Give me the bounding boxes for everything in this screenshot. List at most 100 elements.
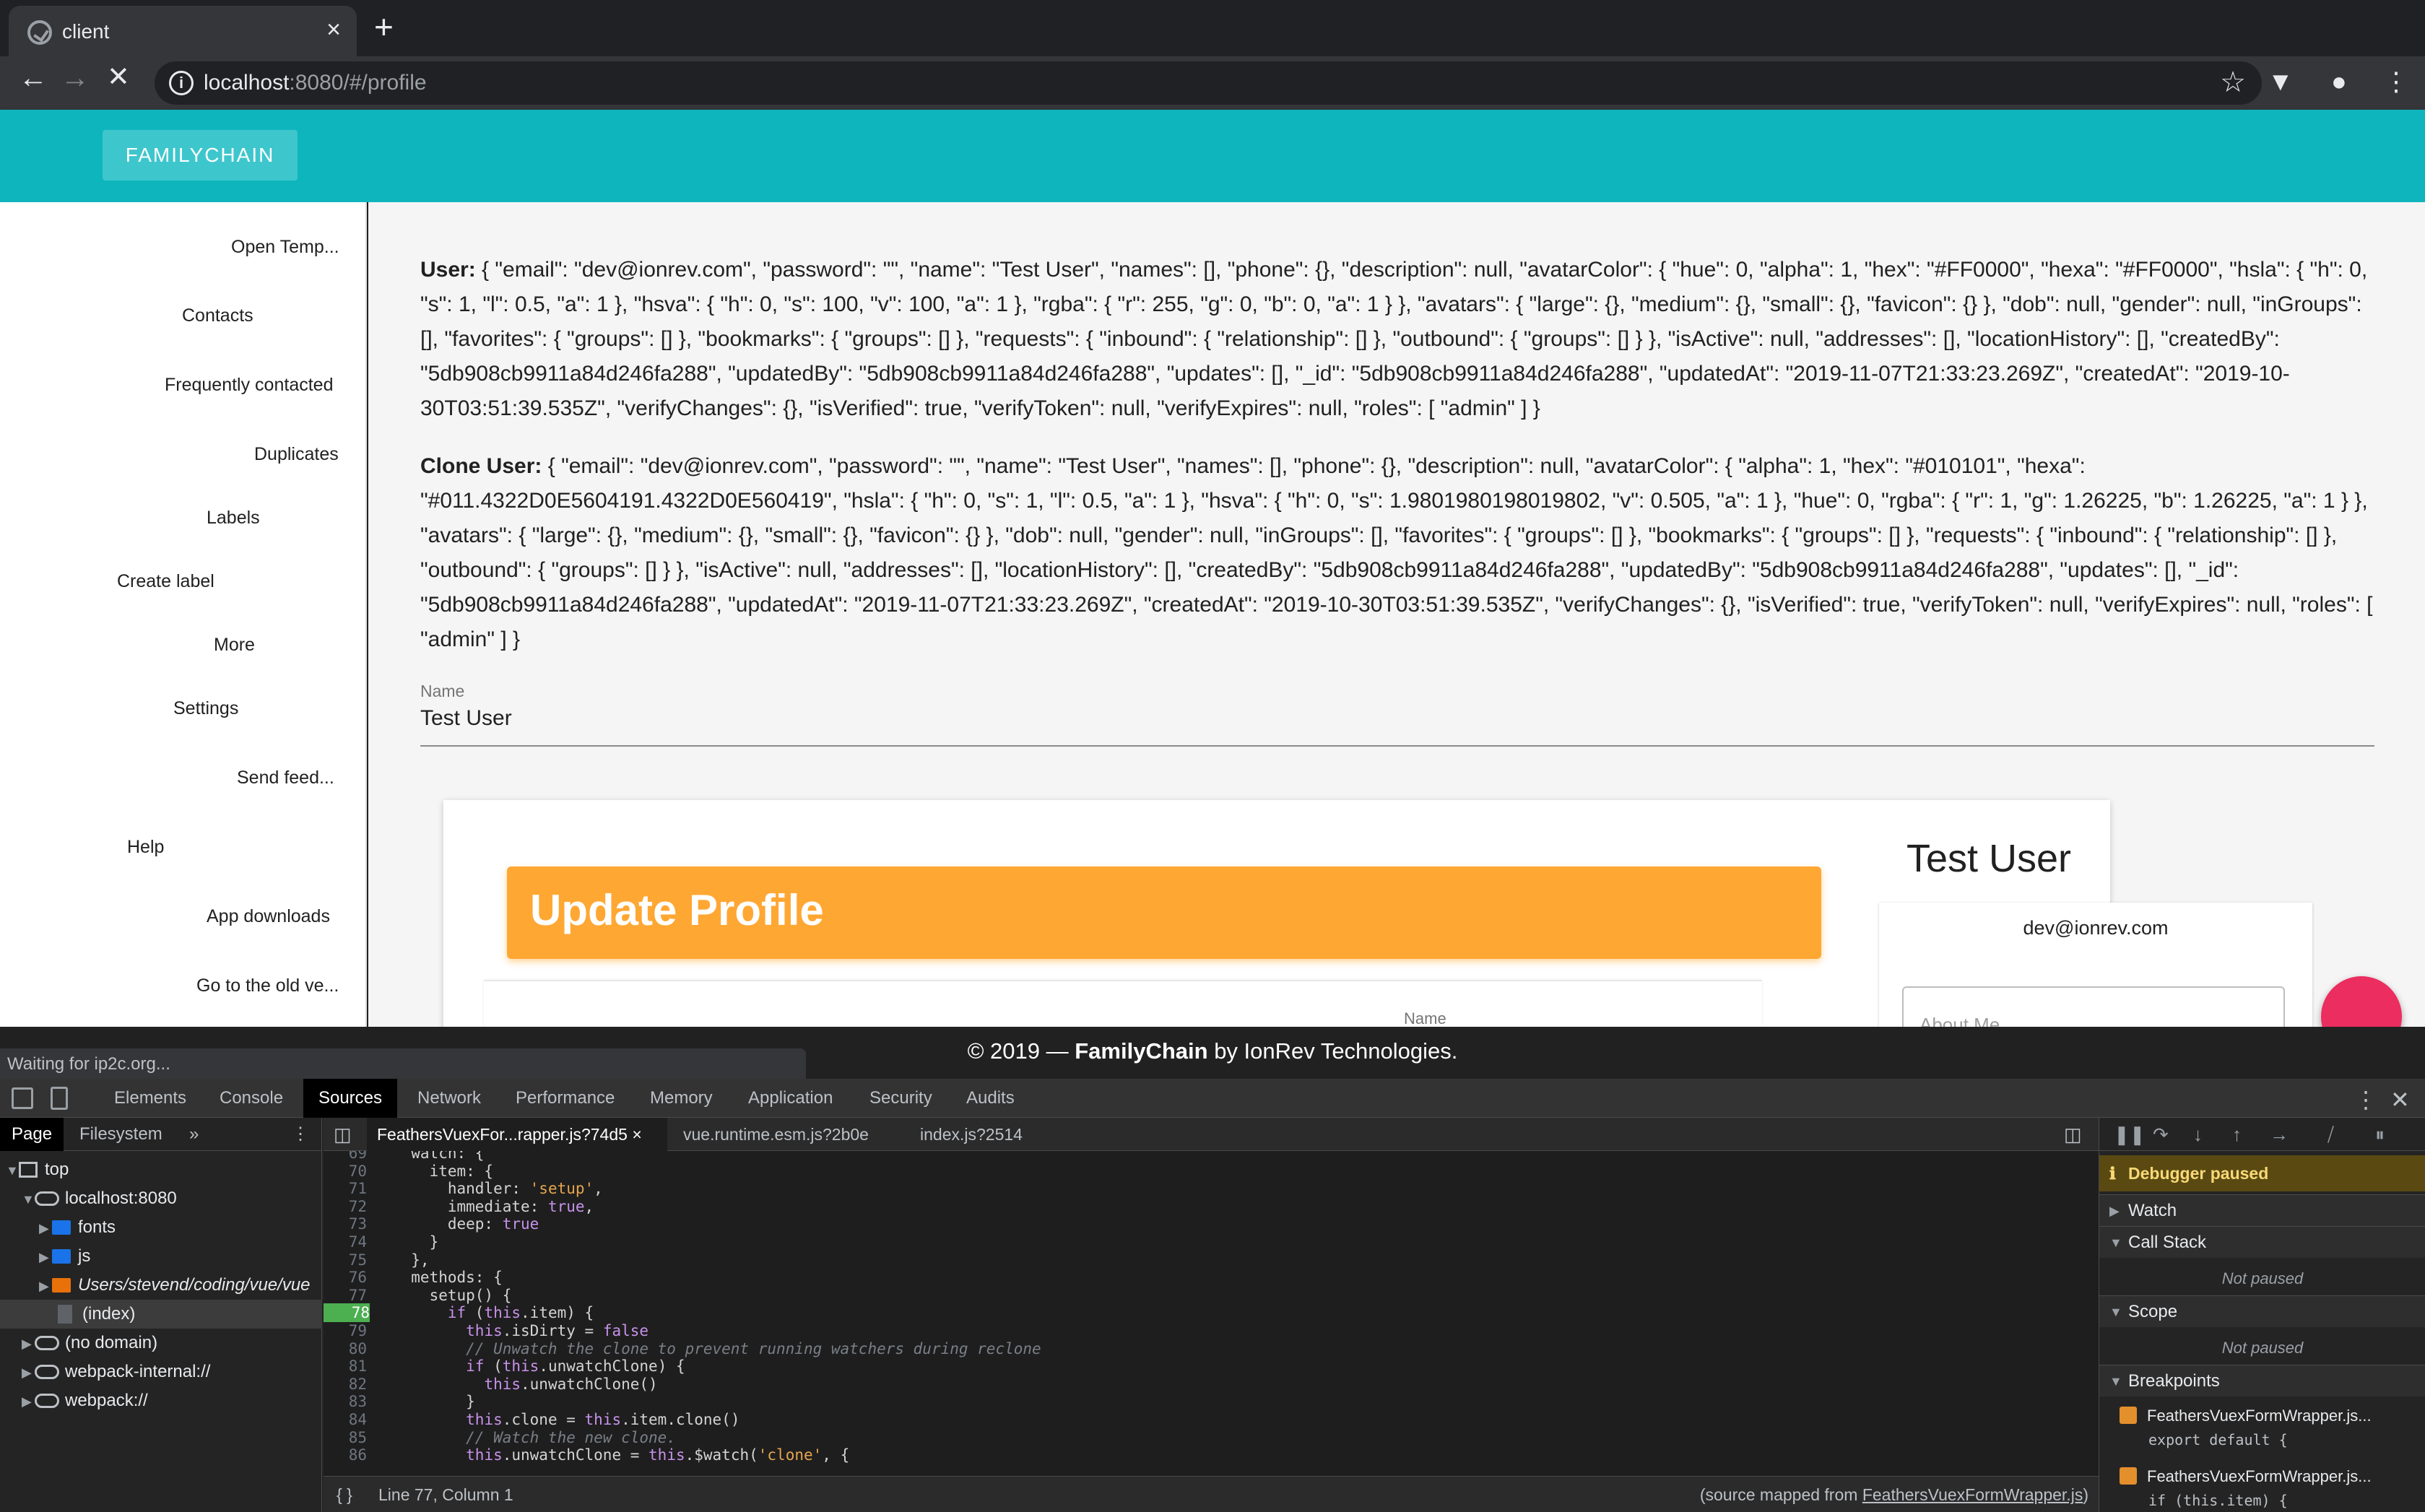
toggle-navigator-icon[interactable]: ◫ [334, 1118, 352, 1151]
code-line[interactable]: 69 watch: { [324, 1151, 2099, 1163]
line-number[interactable]: 79 [324, 1321, 367, 1340]
tab-close-icon[interactable]: × [326, 16, 341, 44]
sidebar-item-app-downloads[interactable]: App downloads [207, 906, 330, 927]
code-line[interactable]: 78 if (this.item) { [324, 1303, 2099, 1323]
section-call-stack[interactable]: ▼ Call Stack [2099, 1226, 2425, 1258]
line-number[interactable]: 72 [324, 1197, 367, 1216]
vue-devtools-extension-icon[interactable]: ▼ [2268, 66, 2294, 97]
line-number[interactable]: 71 [324, 1179, 367, 1198]
devtools-tab-memory[interactable]: Memory [650, 1079, 713, 1118]
editor-tab-index-js[interactable]: index.js?2514 [920, 1118, 1023, 1151]
line-number[interactable]: 84 [324, 1410, 367, 1429]
pretty-print-button[interactable]: { } [337, 1477, 352, 1512]
devtools-tab-security[interactable]: Security [869, 1079, 932, 1118]
bookmark-star-icon[interactable]: ☆ [2220, 66, 2246, 99]
step-into-icon[interactable]: ↓ [2193, 1124, 2203, 1146]
sidebar-item-contacts[interactable]: Contacts [182, 305, 253, 326]
sidebar-item-open-temp[interactable]: Open Temp... [231, 237, 339, 258]
sidebar-item-labels[interactable]: Labels [207, 508, 260, 529]
toggle-debugger-icon[interactable]: ◫ [2064, 1118, 2082, 1151]
deactivate-breakpoints-icon[interactable]: ⧸ [2328, 1124, 2334, 1147]
devtools-menu-icon[interactable]: ⋮ [2354, 1086, 2377, 1113]
code-line[interactable]: 83 } [324, 1392, 2099, 1411]
navigator-more-tabs-icon[interactable]: » [189, 1118, 199, 1151]
devtools-tab-audits[interactable]: Audits [966, 1079, 1015, 1118]
code-view[interactable]: 69 watch: {70 item: {71 handler: 'setup'… [324, 1151, 2099, 1476]
sidebar-item-frequently-contacted[interactable]: Frequently contacted [165, 375, 333, 396]
pause-resume-icon[interactable]: ❚❚ [2114, 1124, 2146, 1146]
sidebar-item-duplicates[interactable]: Duplicates [254, 444, 339, 465]
line-number[interactable]: 83 [324, 1392, 367, 1411]
line-number[interactable]: 70 [324, 1162, 367, 1181]
line-number[interactable]: 77 [324, 1286, 367, 1305]
tree-item-top[interactable]: ▼ top [0, 1155, 322, 1184]
step-out-icon[interactable]: ↑ [2232, 1124, 2242, 1146]
devtools-tab-performance[interactable]: Performance [516, 1079, 615, 1118]
code-line[interactable]: 74 } [324, 1233, 2099, 1251]
step-over-icon[interactable]: ↷ [2153, 1124, 2169, 1146]
navigator-menu-icon[interactable]: ⋮ [292, 1118, 309, 1151]
code-line[interactable]: 71 handler: 'setup', [324, 1179, 2099, 1198]
code-line[interactable]: 86 this.unwatchClone = this.$watch('clon… [324, 1446, 2099, 1464]
tree-item-webpack[interactable]: ▶ webpack:// [0, 1386, 322, 1415]
code-line[interactable]: 81 if (this.unwatchClone) { [324, 1357, 2099, 1376]
source-mapped-link[interactable]: FeathersVuexFormWrapper.js [1862, 1485, 2083, 1504]
code-line[interactable]: 76 methods: { [324, 1268, 2099, 1287]
breakpoint-item[interactable]: FeathersVuexFormWrapper.js... [2120, 1467, 2423, 1486]
line-number[interactable]: 73 [324, 1215, 367, 1233]
line-number[interactable]: 76 [324, 1268, 367, 1287]
breakpoint-checkbox[interactable] [2120, 1467, 2137, 1485]
code-line[interactable]: 73 deep: true [324, 1215, 2099, 1233]
step-icon[interactable]: → [2270, 1124, 2289, 1146]
forward-icon[interactable]: → [61, 64, 90, 92]
code-line[interactable]: 84 this.clone = this.item.clone() [324, 1410, 2099, 1429]
navigator-tab-page[interactable]: Page [0, 1118, 64, 1151]
browser-tab[interactable]: client × [9, 6, 357, 56]
sidebar-item-settings[interactable]: Settings [173, 698, 238, 719]
code-line[interactable]: 77 setup() { [324, 1286, 2099, 1305]
back-icon[interactable]: ← [19, 64, 48, 92]
editor-tab-close-icon[interactable]: × [632, 1125, 641, 1144]
sidebar-item-help[interactable]: Help [127, 837, 164, 858]
tree-item-index[interactable]: (index) [0, 1300, 322, 1329]
profile-avatar-icon[interactable]: ● [2331, 66, 2347, 97]
line-number[interactable]: 81 [324, 1357, 367, 1376]
tree-item-users-folder[interactable]: ▶ Users/stevend/coding/vue/vue [0, 1271, 322, 1300]
line-number[interactable]: 85 [324, 1428, 367, 1447]
devtools-tab-console[interactable]: Console [220, 1079, 283, 1118]
new-tab-button[interactable]: + [374, 10, 394, 43]
line-number[interactable]: 74 [324, 1233, 367, 1251]
line-number[interactable]: 82 [324, 1375, 367, 1394]
section-watch[interactable]: ▶ Watch [2099, 1194, 2425, 1226]
about-me-field[interactable]: About Me [1902, 986, 2285, 1027]
sidebar-item-send-feedback[interactable]: Send feed... [237, 768, 334, 788]
tree-item-webpack-internal[interactable]: ▶ webpack-internal:// [0, 1357, 322, 1386]
device-toolbar-icon[interactable] [51, 1087, 68, 1110]
section-breakpoints[interactable]: ▼ Breakpoints [2099, 1365, 2425, 1396]
line-number[interactable]: 86 [324, 1446, 367, 1464]
devtools-tab-elements[interactable]: Elements [114, 1079, 186, 1118]
tree-item-fonts[interactable]: ▶ fonts [0, 1213, 322, 1242]
code-line[interactable]: 80 // Unwatch the clone to prevent runni… [324, 1339, 2099, 1358]
devtools-tab-network[interactable]: Network [417, 1079, 481, 1118]
tree-item-no-domain[interactable]: ▶ (no domain) [0, 1329, 322, 1357]
name-field[interactable]: Test User [420, 706, 512, 731]
line-number[interactable]: 80 [324, 1339, 367, 1358]
breakpoint-item[interactable]: FeathersVuexFormWrapper.js... [2120, 1407, 2423, 1425]
code-line[interactable]: 79 this.isDirty = false [324, 1321, 2099, 1340]
devtools-tab-sources[interactable]: Sources [303, 1079, 397, 1118]
sidebar-item-old-version[interactable]: Go to the old ve... [196, 976, 339, 996]
editor-tab-vue-runtime[interactable]: vue.runtime.esm.js?2b0e [683, 1118, 869, 1151]
sidebar-item-create-label[interactable]: Create label [117, 571, 214, 592]
url-text[interactable]: localhost:8080/#/profile [204, 71, 427, 95]
code-line[interactable]: 82 this.unwatchClone() [324, 1375, 2099, 1394]
site-info-icon[interactable]: i [169, 71, 194, 95]
pause-on-exceptions-icon[interactable]: ⏸ [2375, 1124, 2385, 1147]
code-line[interactable]: 70 item: { [324, 1162, 2099, 1181]
devtools-tab-application[interactable]: Application [748, 1079, 833, 1118]
tree-item-localhost[interactable]: ▼ localhost:8080 [0, 1184, 322, 1213]
tree-item-js[interactable]: ▶ js [0, 1242, 322, 1271]
breakpoint-checkbox[interactable] [2120, 1407, 2137, 1424]
line-number[interactable]: 69 [324, 1151, 367, 1163]
navigator-tab-filesystem[interactable]: Filesystem [79, 1118, 162, 1151]
